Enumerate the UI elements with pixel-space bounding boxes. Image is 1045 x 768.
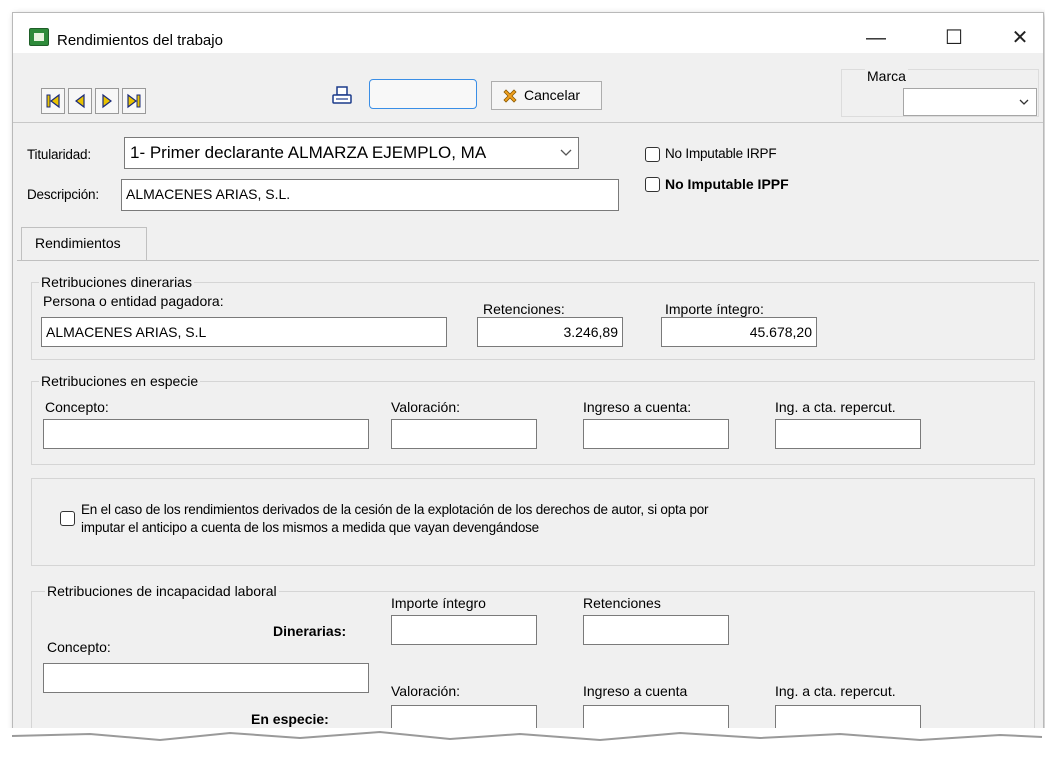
incapacidad-dinerarias-retenciones-input[interactable] [583,615,729,645]
first-record-button[interactable] [41,88,65,114]
chevron-down-icon [1019,99,1029,105]
titularidad-label: Titularidad: [27,147,91,162]
no-imputable-irpf-checkbox[interactable] [645,147,660,162]
title-bar: Rendimientos del trabajo — ☐ ✕ [13,13,1043,53]
incapacidad-ingreso-label: Ingreso a cuenta [583,683,688,699]
toolbar-divider [13,122,1043,123]
app-icon [29,28,49,46]
window-title: Rendimientos del trabajo [57,32,223,49]
especie-valoracion-input[interactable] [391,419,537,449]
blank-button[interactable] [369,79,477,109]
previous-record-icon [75,93,85,109]
descripcion-label: Descripción: [27,187,99,202]
retenciones-input[interactable]: 3.246,89 [477,317,623,347]
marca-select[interactable] [903,88,1037,116]
retenciones-label: Retenciones: [483,301,565,317]
maximize-button[interactable]: ☐ [931,23,977,53]
especie-ingreso-input[interactable] [583,419,729,449]
marca-label: Marca [865,68,908,84]
incapacidad-retenciones-label: Retenciones [583,595,661,611]
chevron-down-icon [556,147,573,159]
no-imputable-ippf-label: No Imputable IPPF [665,176,789,192]
dinerarias-row-label: Dinerarias: [273,623,347,639]
print-icon[interactable] [331,85,353,107]
incapacidad-repercut-label: Ing. a cta. repercut. [775,683,896,699]
cancel-icon [503,89,517,103]
especie-repercut-input[interactable] [775,419,921,449]
especie-row-label: En especie: [251,711,329,727]
pagadora-input[interactable]: ALMACENES ARIAS, S.L [41,317,447,347]
close-button[interactable]: ✕ [997,23,1043,53]
rendimientos-window: Rendimientos del trabajo — ☐ ✕ Cancelar … [12,12,1044,744]
group-dinerarias-title: Retribuciones dinerarias [39,274,194,290]
titularidad-value: 1- Primer declarante ALMARZA EJEMPLO, MA [130,143,487,162]
especie-repercut-label: Ing. a cta. repercut. [775,399,896,415]
especie-ingreso-label: Ingreso a cuenta: [583,399,692,415]
group-incapacidad-title: Retribuciones de incapacidad laboral [45,583,279,599]
importe-integro-label: Importe íntegro: [665,301,764,317]
especie-concepto-label: Concepto: [45,399,109,415]
previous-record-button[interactable] [68,88,92,114]
especie-valoracion-label: Valoración: [391,399,461,415]
titularidad-combo[interactable]: 1- Primer declarante ALMARZA EJEMPLO, MA [124,137,579,169]
last-record-icon [127,93,141,109]
no-imputable-ippf-checkbox[interactable] [645,177,660,192]
next-record-button[interactable] [95,88,119,114]
minimize-button[interactable]: — [853,23,899,53]
torn-edge [0,728,1045,768]
derechos-autor-checkbox[interactable] [60,511,75,526]
importe-integro-input[interactable]: 45.678,20 [661,317,817,347]
derechos-autor-line2: imputar el anticipo a cuenta de los mism… [81,520,539,535]
incapacidad-dinerarias-importe-input[interactable] [391,615,537,645]
no-imputable-irpf-label: No Imputable IRPF [665,146,777,161]
descripcion-input[interactable]: ALMACENES ARIAS, S.L. [121,179,619,211]
next-record-icon [102,93,112,109]
incapacidad-importe-label: Importe íntegro [391,595,486,611]
first-record-icon [46,93,60,109]
cancel-button[interactable]: Cancelar [491,81,602,110]
cancel-label: Cancelar [524,87,581,103]
especie-concepto-input[interactable] [43,419,369,449]
incapacidad-valoracion-label: Valoración: [391,683,461,699]
group-especie-title: Retribuciones en especie [39,373,201,389]
derechos-autor-line1: En el caso de los rendimientos derivados… [81,502,709,517]
pagadora-label: Persona o entidad pagadora: [43,293,224,309]
last-record-button[interactable] [122,88,146,114]
incapacidad-concepto-input[interactable] [43,663,369,693]
tab-rendimientos[interactable]: Rendimientos [21,227,147,261]
toolbar: Cancelar Marca [13,53,1043,119]
incapacidad-concepto-label: Concepto: [47,639,111,655]
